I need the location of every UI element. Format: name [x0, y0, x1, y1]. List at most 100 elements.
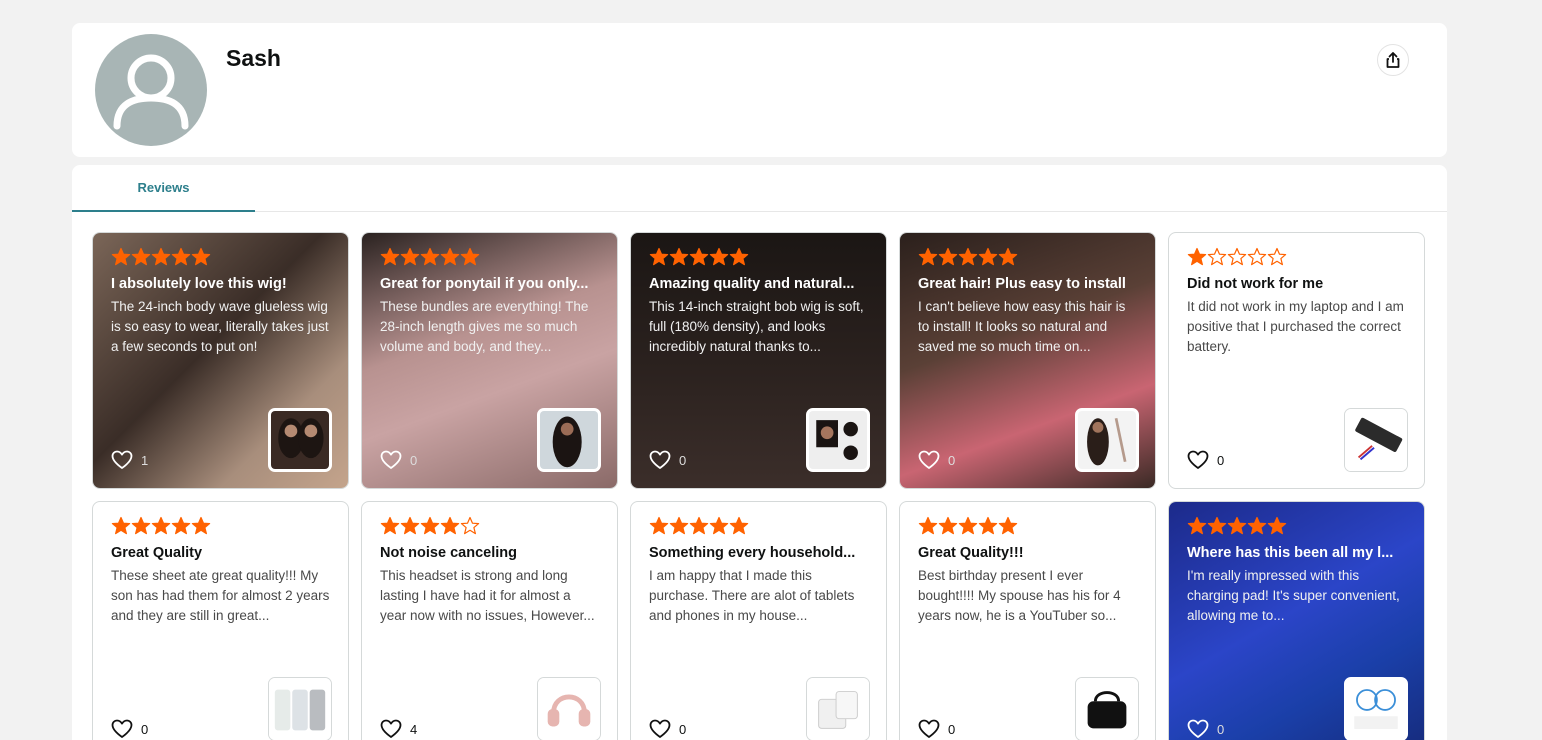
like-button[interactable]: 0: [649, 719, 686, 739]
star-filled-icon: [649, 247, 669, 267]
review-card[interactable]: Where has this been all my l... I'm reall…: [1168, 501, 1425, 740]
heart-icon: [649, 450, 671, 469]
review-body: These bundles are everything! The 28-inc…: [380, 299, 589, 354]
review-body: The 24-inch body wave glueless wig is so…: [111, 299, 329, 354]
product-thumbnail[interactable]: [1075, 677, 1139, 740]
sheets-photo: [269, 678, 331, 740]
like-button[interactable]: 1: [111, 450, 148, 470]
like-count: 1: [141, 452, 149, 468]
camera-bag-photo: [1076, 678, 1138, 740]
product-thumbnail[interactable]: [537, 408, 601, 472]
like-count: 0: [679, 721, 687, 737]
review-title: Amazing quality and natural...: [649, 276, 855, 292]
product-thumbnail[interactable]: [1344, 408, 1408, 472]
review-title: Great Quality: [111, 545, 203, 561]
star-filled-icon: [669, 247, 689, 267]
star-empty-icon: [1247, 247, 1267, 267]
star-filled-icon: [709, 516, 729, 536]
product-thumbnail[interactable]: [537, 677, 601, 740]
share-button[interactable]: [1377, 44, 1409, 76]
like-button[interactable]: 0: [380, 450, 417, 470]
cable-photo: [1347, 680, 1405, 738]
star-filled-icon: [1267, 516, 1287, 536]
star-filled-icon: [1207, 516, 1227, 536]
review-body: This headset is strong and long lasting …: [380, 568, 595, 623]
star-filled-icon: [171, 247, 191, 267]
like-button[interactable]: 0: [111, 719, 148, 739]
review-card[interactable]: Not noise canceling This headset is stron…: [361, 501, 618, 740]
like-count: 0: [410, 452, 418, 468]
share-icon: [1386, 52, 1400, 68]
product-thumbnail[interactable]: [806, 677, 870, 740]
star-empty-icon: [1267, 247, 1287, 267]
review-body: This 14-inch straight bob wig is soft, f…: [649, 299, 864, 354]
review-title: Something every household...: [649, 545, 856, 561]
star-rating: [918, 247, 1137, 269]
review-card[interactable]: Great for ponytail if you only... These b…: [361, 232, 618, 489]
tab-reviews[interactable]: Reviews: [72, 165, 255, 212]
star-filled-icon: [938, 247, 958, 267]
star-filled-icon: [460, 247, 480, 267]
like-button[interactable]: 0: [1187, 450, 1224, 470]
star-filled-icon: [918, 247, 938, 267]
star-filled-icon: [978, 247, 998, 267]
heart-icon: [1187, 719, 1209, 738]
review-title: Great Quality!!!: [918, 545, 1024, 561]
product-thumbnail[interactable]: [806, 408, 870, 472]
review-body: I am happy that I made this purchase. Th…: [649, 568, 855, 623]
star-filled-icon: [729, 247, 749, 267]
star-filled-icon: [958, 516, 978, 536]
product-thumbnail[interactable]: [1344, 677, 1408, 740]
star-filled-icon: [380, 247, 400, 267]
headset-photo: [538, 678, 600, 740]
review-title: Great hair! Plus easy to install: [918, 276, 1126, 292]
profile-header: Sash: [72, 23, 1447, 157]
product-thumbnail[interactable]: [1075, 408, 1139, 472]
review-card[interactable]: Something every household... I am happy t…: [630, 501, 887, 740]
product-thumbnail[interactable]: [268, 408, 332, 472]
like-button[interactable]: 4: [380, 719, 417, 739]
star-filled-icon: [380, 516, 400, 536]
like-count: 0: [141, 721, 149, 737]
review-card[interactable]: Great hair! Plus easy to install I can't …: [899, 232, 1156, 489]
star-filled-icon: [729, 516, 749, 536]
review-body: Best birthday present I ever bought!!!! …: [918, 568, 1121, 623]
heart-icon: [918, 719, 940, 738]
star-rating: [380, 516, 599, 538]
star-filled-icon: [938, 516, 958, 536]
battery-photo: [1345, 409, 1407, 471]
review-title: Where has this been all my l...: [1187, 545, 1394, 561]
curly-hair-photo: [1078, 411, 1136, 469]
star-filled-icon: [1247, 516, 1267, 536]
default-avatar-icon: [113, 54, 189, 130]
like-button[interactable]: 0: [649, 450, 686, 470]
star-filled-icon: [420, 516, 440, 536]
review-card[interactable]: Did not work for me It did not work in my…: [1168, 232, 1425, 489]
review-card[interactable]: Amazing quality and natural... This 14-in…: [630, 232, 887, 489]
heart-icon: [918, 450, 940, 469]
star-filled-icon: [1187, 516, 1207, 536]
star-filled-icon: [420, 247, 440, 267]
profile-name: Sash: [226, 45, 281, 71]
review-card[interactable]: Great Quality!!! Best birthday present I …: [899, 501, 1156, 740]
like-button[interactable]: 0: [918, 450, 955, 470]
star-filled-icon: [440, 247, 460, 267]
star-empty-icon: [1207, 247, 1227, 267]
review-card[interactable]: Great Quality These sheet ate great quali…: [92, 501, 349, 740]
heart-icon: [380, 719, 402, 738]
review-title: Not noise canceling: [380, 545, 517, 561]
review-body: I can't believe how easy this hair is to…: [918, 299, 1126, 354]
star-filled-icon: [131, 516, 151, 536]
like-count: 0: [679, 452, 687, 468]
star-filled-icon: [918, 516, 938, 536]
review-card[interactable]: I absolutely love this wig! The 24-inch b…: [92, 232, 349, 489]
star-rating: [1187, 247, 1406, 269]
wig-photo: [271, 411, 329, 469]
like-button[interactable]: 0: [918, 719, 955, 739]
like-button[interactable]: 0: [1187, 719, 1224, 739]
reviews-section: Reviews I absolutely love this wig! The 2…: [72, 165, 1447, 740]
star-rating: [111, 247, 330, 269]
heart-icon: [380, 450, 402, 469]
product-thumbnail[interactable]: [268, 677, 332, 740]
star-filled-icon: [689, 247, 709, 267]
